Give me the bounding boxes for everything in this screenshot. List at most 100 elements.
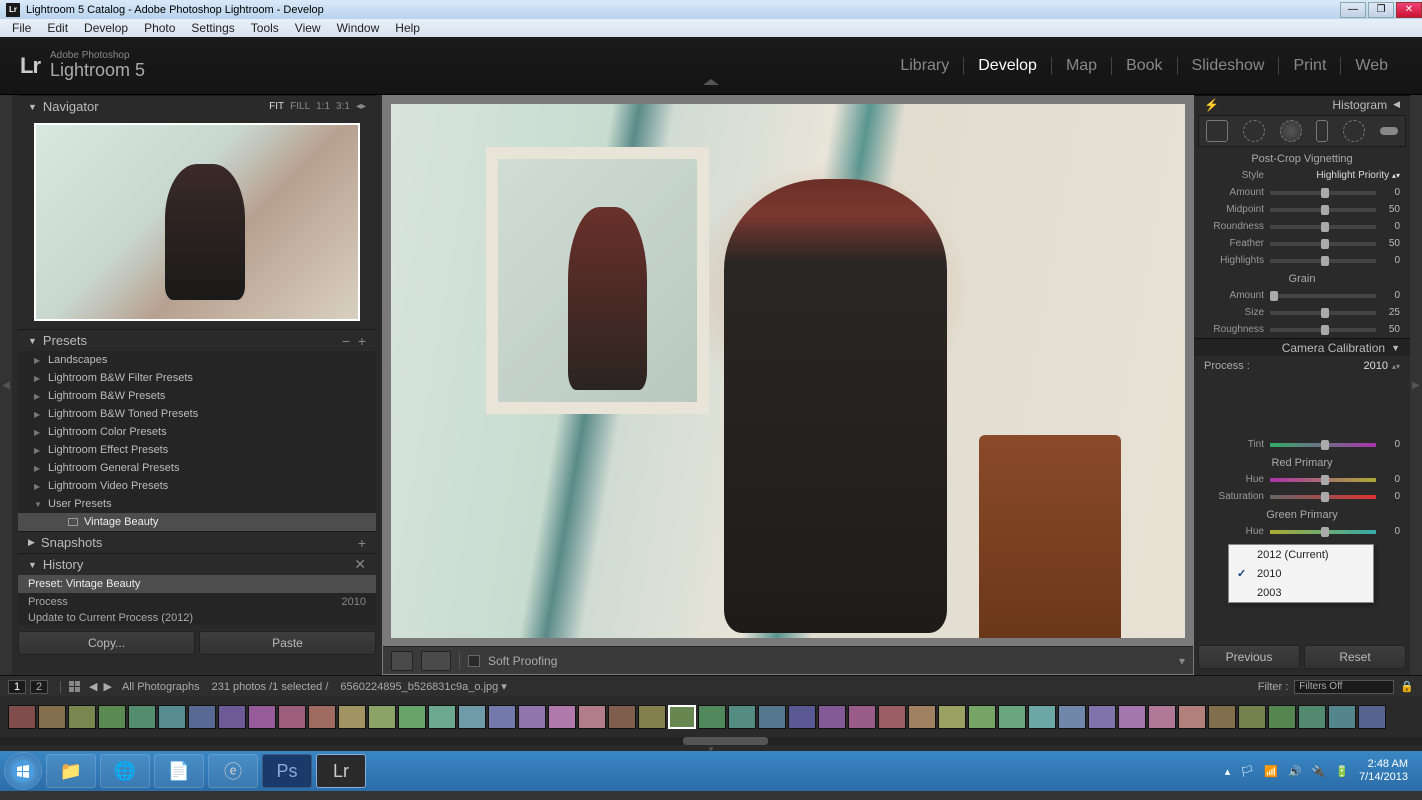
previous-button[interactable]: Previous — [1198, 645, 1300, 669]
module-book[interactable]: Book — [1112, 57, 1177, 75]
tray-power-icon[interactable]: 🔌 — [1312, 765, 1326, 778]
module-map[interactable]: Map — [1052, 57, 1112, 75]
filmstrip-thumb[interactable] — [8, 705, 36, 729]
filmstrip-thumb[interactable] — [278, 705, 306, 729]
filmstrip-thumb[interactable] — [338, 705, 366, 729]
filmstrip-thumb[interactable] — [1178, 705, 1206, 729]
filmstrip-thumb[interactable] — [578, 705, 606, 729]
histogram-header[interactable]: ⚡ Histogram ◀ — [1194, 95, 1410, 113]
soft-proofing-checkbox[interactable] — [468, 655, 480, 667]
filmstrip-thumb[interactable] — [878, 705, 906, 729]
preset-folder[interactable]: ▶Lightroom General Presets — [18, 459, 376, 477]
filmstrip-thumb[interactable] — [1298, 705, 1326, 729]
task-photoshop[interactable]: Ps — [262, 754, 312, 788]
filmstrip-thumb[interactable] — [218, 705, 246, 729]
clear-history-icon[interactable]: ✕ — [354, 556, 366, 573]
preset-folder[interactable]: ▶Lightroom Video Presets — [18, 477, 376, 495]
module-library[interactable]: Library — [886, 57, 964, 75]
preset-folder[interactable]: ▶Lightroom B&W Toned Presets — [18, 405, 376, 423]
presets-header[interactable]: ▼ Presets − + — [18, 329, 376, 351]
filmstrip-thumb[interactable] — [1148, 705, 1176, 729]
history-item[interactable]: Update to Current Process (2012) — [18, 611, 376, 625]
grain-size-slider[interactable]: Size25 — [1194, 304, 1410, 321]
grid-icon[interactable] — [69, 681, 81, 693]
filmstrip-thumb[interactable] — [1358, 705, 1386, 729]
dropdown-item-2012[interactable]: 2012 (Current) — [1229, 545, 1373, 564]
tray-show-hidden-icon[interactable]: ▴ — [1225, 765, 1231, 778]
redeye-tool[interactable] — [1280, 120, 1302, 142]
nav-back-icon[interactable]: ◀ — [89, 680, 97, 693]
filename[interactable]: 6560224895_b526831c9a_o.jpg ▾ — [340, 680, 506, 693]
grain-amount-slider[interactable]: Amount0 — [1194, 287, 1410, 304]
highlights-slider[interactable]: Highlights0 — [1194, 252, 1410, 269]
snapshots-header[interactable]: ▶ Snapshots + — [18, 531, 376, 553]
menu-view[interactable]: View — [287, 21, 329, 35]
filmstrip-thumb[interactable] — [248, 705, 276, 729]
filmstrip-thumb[interactable] — [1118, 705, 1146, 729]
amount-slider[interactable]: Amount0 — [1194, 184, 1410, 201]
brush-tool[interactable] — [1380, 127, 1398, 135]
navigator-header[interactable]: ▼ Navigator FIT FILL 1:1 3:1 ◂▸ — [18, 95, 376, 117]
collection-name[interactable]: All Photographs — [122, 681, 200, 693]
menu-tools[interactable]: Tools — [243, 21, 287, 35]
filmstrip-thumb[interactable] — [668, 705, 696, 729]
tray-volume-icon[interactable]: 🔊 — [1288, 765, 1302, 778]
loupe-view-button[interactable] — [391, 651, 413, 671]
filmstrip-thumb[interactable] — [98, 705, 126, 729]
menu-help[interactable]: Help — [387, 21, 428, 35]
filmstrip-thumb[interactable] — [68, 705, 96, 729]
filmstrip-thumb[interactable] — [158, 705, 186, 729]
filmstrip-thumb[interactable] — [1328, 705, 1356, 729]
filmstrip-thumb[interactable] — [998, 705, 1026, 729]
filmstrip-thumb[interactable] — [728, 705, 756, 729]
filmstrip-thumb[interactable] — [1088, 705, 1116, 729]
filmstrip-thumb[interactable] — [758, 705, 786, 729]
preset-folder[interactable]: ▶Lightroom Color Presets — [18, 423, 376, 441]
style-row[interactable]: Style Highlight Priority ▴▾ — [1194, 167, 1410, 184]
filmstrip-thumb[interactable] — [908, 705, 936, 729]
filmstrip-thumb[interactable] — [968, 705, 996, 729]
filmstrip-thumb[interactable] — [308, 705, 336, 729]
clock[interactable]: 2:48 AM 7/14/2013 — [1359, 758, 1408, 784]
filmstrip-thumb[interactable] — [818, 705, 846, 729]
filmstrip-thumb[interactable] — [1208, 705, 1236, 729]
menu-edit[interactable]: Edit — [39, 21, 76, 35]
red-hue-slider[interactable]: Hue0 — [1194, 471, 1410, 488]
task-notepad[interactable]: 📄 — [154, 754, 204, 788]
module-web[interactable]: Web — [1341, 57, 1402, 75]
filmstrip-thumb[interactable] — [1268, 705, 1296, 729]
filmstrip-thumb[interactable] — [188, 705, 216, 729]
module-slideshow[interactable]: Slideshow — [1178, 57, 1280, 75]
filmstrip-thumb[interactable] — [488, 705, 516, 729]
history-item[interactable]: Preset: Vintage Beauty — [18, 575, 376, 593]
task-ie[interactable]: ⓔ — [208, 754, 258, 788]
scrollbar-handle[interactable] — [683, 737, 768, 745]
filmstrip-thumb[interactable] — [608, 705, 636, 729]
left-gutter[interactable]: ◀ — [0, 95, 12, 675]
preset-folder[interactable]: ▶Lightroom B&W Presets — [18, 387, 376, 405]
tray-battery-icon[interactable]: 🔋 — [1335, 765, 1349, 778]
plus-icon[interactable]: + — [358, 535, 366, 551]
module-print[interactable]: Print — [1279, 57, 1341, 75]
spot-tool[interactable] — [1243, 120, 1265, 142]
filmstrip-thumb[interactable] — [368, 705, 396, 729]
secondary-display-button[interactable]: 2 — [30, 680, 48, 694]
zoom-updown-icon[interactable]: ◂▸ — [356, 101, 366, 112]
filmstrip-thumb[interactable] — [638, 705, 666, 729]
filter-dropdown[interactable]: Filters Off — [1294, 680, 1394, 694]
tray-flag-icon[interactable]: 🏳 — [1240, 765, 1254, 778]
filmstrip-thumb[interactable] — [458, 705, 486, 729]
zoom-ratio[interactable]: 3:1 — [336, 101, 350, 112]
filmstrip-thumb[interactable] — [788, 705, 816, 729]
menu-settings[interactable]: Settings — [183, 21, 242, 35]
filmstrip[interactable]: document.write(Array.from({length:46},(_… — [0, 697, 1422, 737]
zoom-1to1[interactable]: 1:1 — [316, 101, 330, 112]
task-lightroom[interactable]: Lr — [316, 754, 366, 788]
midpoint-slider[interactable]: Midpoint50 — [1194, 201, 1410, 218]
nav-fwd-icon[interactable]: ▶ — [103, 680, 111, 693]
grain-roughness-slider[interactable]: Roughness50 — [1194, 321, 1410, 338]
history-item[interactable]: Process2010 — [18, 593, 376, 611]
preset-folder-user[interactable]: ▼User Presets — [18, 495, 376, 513]
tray-wifi-icon[interactable]: 📶 — [1264, 765, 1278, 778]
reset-button[interactable]: Reset — [1304, 645, 1406, 669]
